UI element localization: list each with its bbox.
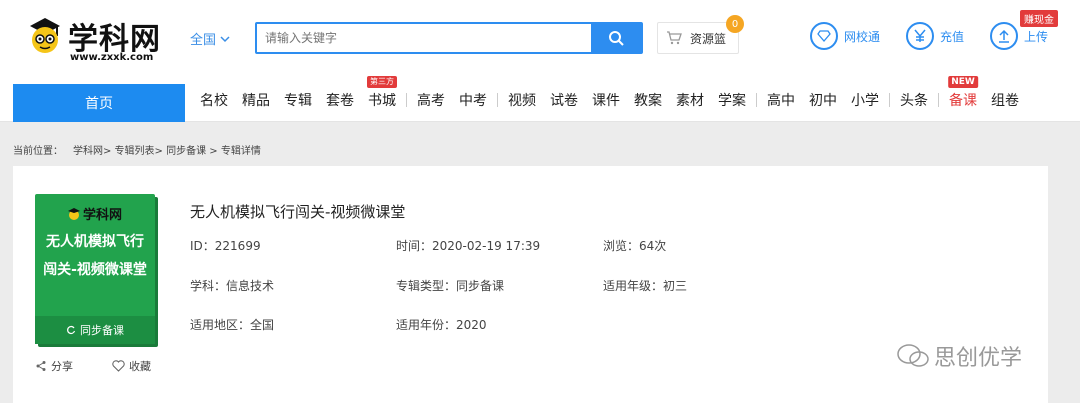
breadcrumb: 当前位置： 学科网> 专辑列表> 同步备课 > 专辑详情 bbox=[13, 142, 261, 157]
top-header: 学科网 www.zxxk.com 全国 资源篮 0 网校通 充值 上传 赚现金 bbox=[0, 0, 1080, 78]
album-year: 适用年份：2020 bbox=[396, 318, 487, 332]
album-area: 适用地区：全国 bbox=[190, 318, 275, 332]
main-nav: 首页 名校 精品 专辑 套卷 书城 第三方 高考 中考 视频 试卷 课件 教案 … bbox=[0, 76, 1080, 122]
bookstore-label: 书城 bbox=[368, 93, 396, 109]
album-views: 浏览：64次 bbox=[603, 239, 667, 253]
search-box bbox=[255, 22, 643, 54]
nav-item-primary-school[interactable]: 小学 bbox=[851, 90, 879, 110]
cover-title: 无人机模拟飞行闯关-视频微课堂 bbox=[43, 234, 147, 278]
album-type: 专辑类型：同步备课 bbox=[396, 279, 505, 293]
recharge-label: 充值 bbox=[940, 29, 965, 44]
album-detail-card: 学科网 无人机模拟飞行闯关-视频微课堂 同步备课 分享 收藏 无人机模拟飞行闯关… bbox=[13, 166, 1048, 403]
sync-icon bbox=[67, 325, 76, 335]
nav-item-courseware[interactable]: 课件 bbox=[592, 90, 620, 110]
region-selector[interactable]: 全国 bbox=[190, 29, 230, 48]
new-tag: NEW bbox=[948, 76, 978, 88]
nav-divider bbox=[938, 93, 939, 107]
nav-divider bbox=[889, 93, 890, 107]
share-label: 分享 bbox=[51, 360, 73, 373]
album-time: 时间：2020-02-19 17:39 bbox=[396, 239, 541, 253]
yen-icon bbox=[906, 22, 934, 50]
nav-item-video[interactable]: 视频 bbox=[508, 90, 536, 110]
nav-item-gaokao[interactable]: 高考 bbox=[417, 90, 445, 110]
resource-basket[interactable]: 资源篮 0 bbox=[657, 15, 744, 54]
nav-item-test-sets[interactable]: 套卷 bbox=[326, 90, 354, 110]
nav-item-zhongkao[interactable]: 中考 bbox=[459, 90, 487, 110]
nav-item-headlines[interactable]: 头条 bbox=[900, 90, 928, 110]
search-button[interactable] bbox=[591, 24, 641, 52]
nav-item-famous-schools[interactable]: 名校 bbox=[200, 90, 228, 110]
watermark-text: 思创优学 bbox=[934, 346, 1023, 371]
upload-icon bbox=[990, 22, 1018, 50]
nav-item-high-school[interactable]: 高中 bbox=[767, 90, 795, 110]
nav-item-lesson-prep[interactable]: 备课 NEW bbox=[948, 76, 978, 110]
album-grade: 适用年级：初三 bbox=[603, 279, 688, 293]
lesson-prep-label: 备课 bbox=[949, 93, 977, 109]
album-subject: 学科：信息技术 bbox=[190, 279, 275, 293]
cart-icon bbox=[667, 31, 682, 45]
nav-item-compose-paper[interactable]: 组卷 bbox=[991, 90, 1019, 110]
nav-items: 名校 精品 专辑 套卷 书城 第三方 高考 中考 视频 试卷 课件 教案 素材 … bbox=[200, 76, 1033, 122]
breadcrumb-path[interactable]: 学科网> 专辑列表> 同步备课 > 专辑详情 bbox=[73, 142, 261, 157]
nav-divider bbox=[756, 93, 757, 107]
third-party-tag: 第三方 bbox=[367, 76, 397, 88]
basket-count-badge: 0 bbox=[726, 15, 744, 33]
breadcrumb-prefix: 当前位置： bbox=[13, 146, 63, 157]
nav-item-middle-school[interactable]: 初中 bbox=[809, 90, 837, 110]
diamond-icon bbox=[810, 22, 838, 50]
earn-cash-badge: 赚现金 bbox=[1020, 10, 1058, 27]
watermark: 思创优学 bbox=[896, 340, 1022, 372]
nav-home[interactable]: 首页 bbox=[13, 84, 185, 122]
mascot-icon bbox=[30, 18, 60, 53]
region-label: 全国 bbox=[190, 33, 217, 48]
nav-item-bookstore[interactable]: 书城 第三方 bbox=[367, 76, 397, 110]
recharge-button[interactable]: 充值 bbox=[906, 22, 964, 50]
brand-url: www.zxxk.com bbox=[70, 52, 154, 63]
wechat-icon bbox=[897, 344, 929, 367]
school-pass-button[interactable]: 网校通 bbox=[810, 22, 880, 50]
heart-icon bbox=[112, 360, 125, 372]
nav-item-study-plans[interactable]: 学案 bbox=[718, 90, 746, 110]
album-cover[interactable]: 学科网 无人机模拟飞行闯关-视频微课堂 同步备课 bbox=[35, 194, 155, 344]
upload-label: 上传 bbox=[1024, 29, 1049, 44]
site-logo[interactable]: 学科网 www.zxxk.com bbox=[18, 8, 168, 66]
cover-category-label: 同步备课 bbox=[80, 324, 124, 337]
album-title: 无人机模拟飞行闯关-视频微课堂 bbox=[190, 203, 406, 221]
search-icon bbox=[609, 31, 624, 46]
mascot-icon bbox=[68, 207, 80, 220]
nav-item-materials[interactable]: 素材 bbox=[676, 90, 704, 110]
nav-item-lesson-plans[interactable]: 教案 bbox=[634, 90, 662, 110]
cover-category-bar: 同步备课 bbox=[35, 316, 155, 344]
album-id: ID：221699 bbox=[190, 239, 261, 253]
search-input[interactable] bbox=[257, 24, 593, 52]
nav-item-papers[interactable]: 试卷 bbox=[550, 90, 578, 110]
nav-divider bbox=[497, 93, 498, 107]
basket-label: 资源篮 bbox=[690, 31, 727, 46]
favorite-label: 收藏 bbox=[129, 360, 151, 373]
cover-logo-text: 学科网 bbox=[83, 208, 123, 223]
chevron-down-icon bbox=[220, 35, 230, 42]
share-button[interactable]: 分享 bbox=[35, 358, 73, 374]
cover-logo: 学科网 bbox=[67, 204, 122, 223]
favorite-button[interactable]: 收藏 bbox=[112, 358, 151, 374]
nav-item-albums[interactable]: 专辑 bbox=[284, 90, 312, 110]
share-icon bbox=[36, 361, 46, 371]
nav-divider bbox=[406, 93, 407, 107]
school-pass-label: 网校通 bbox=[844, 29, 881, 44]
nav-item-premium[interactable]: 精品 bbox=[242, 90, 270, 110]
